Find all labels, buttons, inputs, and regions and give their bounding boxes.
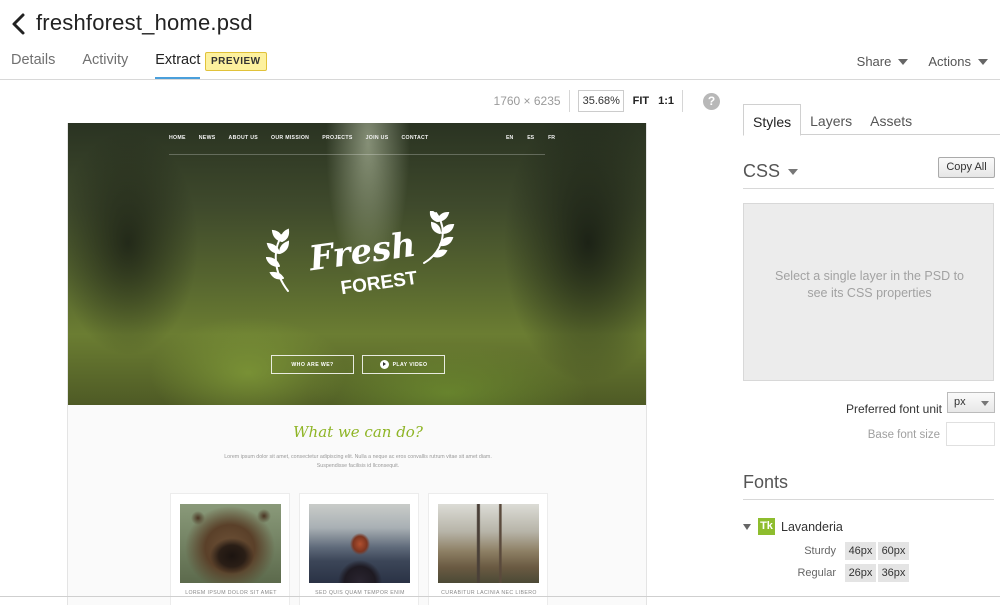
zoom-input[interactable]: 35.68% [577,90,624,112]
weight-label: Regular [797,567,836,579]
preferred-font-unit-label: Preferred font unit [845,402,942,416]
help-icon[interactable]: ? [703,92,720,110]
nav-item: PROJECTS [322,135,353,141]
wheat-laurel-icon [266,228,290,292]
feature-card: LOREM IPSUM DOLOR SIT AMET [170,493,290,605]
section-description: Lorem ipsum dolor sit amet, consectetur … [224,454,492,469]
font-weight-row: Sturdy 46px 60px [743,542,911,560]
chevron-down-icon [898,58,909,65]
weight-label: Sturdy [804,545,836,557]
tab-layers[interactable]: Layers [801,104,861,135]
section-title: What we can do? [293,423,423,441]
chevron-down-icon [978,58,988,65]
divider [743,499,994,500]
fonts-heading: Fonts [743,472,789,492]
who-are-we-button[interactable]: WHO ARE WE? [271,355,354,374]
play-icon [379,360,389,369]
disclosure-triangle-icon[interactable] [743,523,751,530]
font-unit-select[interactable]: px [947,392,995,413]
share-menu-label: Share [856,54,892,69]
css-dropdown[interactable]: CSS [743,161,799,182]
divider [743,188,994,189]
css-heading: CSS [743,161,781,181]
nav-item: NEWS [198,135,216,141]
tab-extract[interactable]: Extract [155,52,201,79]
font-weight-row: Regular 26px 36px [743,564,911,582]
nav-item: CONTACT [401,135,429,141]
base-font-size-label: Base font size [867,429,940,441]
nav-item: ABOUT US [228,135,259,141]
font-name: Lavanderia [781,519,843,534]
app-header: freshforest_home.psd Details Activity Ex… [0,0,1000,80]
panel-tabs: Styles Layers Assets [743,104,1000,136]
copy-all-button[interactable]: Copy All [938,157,995,178]
actions-menu-label: Actions [928,54,971,69]
share-menu[interactable]: Share [857,54,909,69]
misty-forest-photo [438,504,539,583]
top-menus: Share Actions [837,54,988,69]
font-entry-lavanderia[interactable]: Tk Lavanderia [743,518,843,535]
language-switcher: EN ES FR [506,135,569,141]
fit-button[interactable]: FIT [633,95,650,107]
font-unit-value: px [954,396,966,408]
bear-photo [180,504,281,583]
nav-item: JOIN US [365,135,389,141]
css-output-box[interactable]: Select a single layer in the PSD to see … [743,203,994,381]
toolbar-divider [682,90,683,112]
fresh-forest-logo: Fresh FOREST [266,211,455,299]
window-bottom-border [0,596,1000,597]
lang-item: FR [548,135,556,141]
mountain-girl-photo [309,504,410,583]
feature-card: SED QUIS QUAM TEMPOR ENIM [299,493,419,605]
font-size-chip[interactable]: 46px [845,542,876,560]
feature-cards: LOREM IPSUM DOLOR SIT AMET SED QUIS QUAM… [170,493,557,605]
inspector-panel: Styles Layers Assets CSS Copy All Select… [743,80,1000,605]
preview-badge: PREVIEW [205,52,267,71]
actual-size-button[interactable]: 1:1 [658,95,674,107]
back-arrow-icon[interactable] [10,12,28,36]
nav-divider [169,154,545,155]
button-label: PLAY VIDEO [392,361,428,368]
main-tabs: Details Activity Extract [11,52,210,80]
font-size-chip[interactable]: 26px [845,564,876,582]
nav-item: OUR MISSION [271,135,310,141]
button-label: WHO ARE WE? [291,361,334,368]
wheat-laurel-icon [423,211,455,264]
nav-item: HOME [169,135,186,141]
lang-item: EN [506,135,514,141]
chevron-down-icon [981,401,989,406]
file-title: freshforest_home.psd [36,10,253,35]
play-video-button[interactable]: PLAY VIDEO [362,355,445,374]
base-font-size-input[interactable] [946,422,995,446]
actions-menu[interactable]: Actions [928,54,988,69]
canvas-toolbar: 1760 × 6235 35.68% FIT 1:1 ? [494,90,720,112]
site-nav: HOME NEWS ABOUT US OUR MISSION PROJECTS … [169,135,442,141]
hero-image: HOME NEWS ABOUT US OUR MISSION PROJECTS … [68,123,646,405]
psd-canvas[interactable]: HOME NEWS ABOUT US OUR MISSION PROJECTS … [67,123,647,605]
tab-details[interactable]: Details [11,52,55,76]
feature-card: CURABITUR LACINIA NEC LIBERO [428,493,548,605]
css-placeholder-text: Select a single layer in the PSD to see … [775,269,964,300]
chevron-down-icon [788,168,799,175]
toolbar-divider [568,90,570,112]
font-size-chip[interactable]: 60px [878,542,909,560]
lang-item: ES [527,135,535,141]
document-dimensions: 1760 × 6235 [493,94,561,108]
typekit-icon: Tk [758,518,775,535]
tab-styles[interactable]: Styles [743,104,802,136]
font-size-chip[interactable]: 36px [878,564,909,582]
tab-assets[interactable]: Assets [861,104,921,135]
tab-activity[interactable]: Activity [82,52,128,76]
